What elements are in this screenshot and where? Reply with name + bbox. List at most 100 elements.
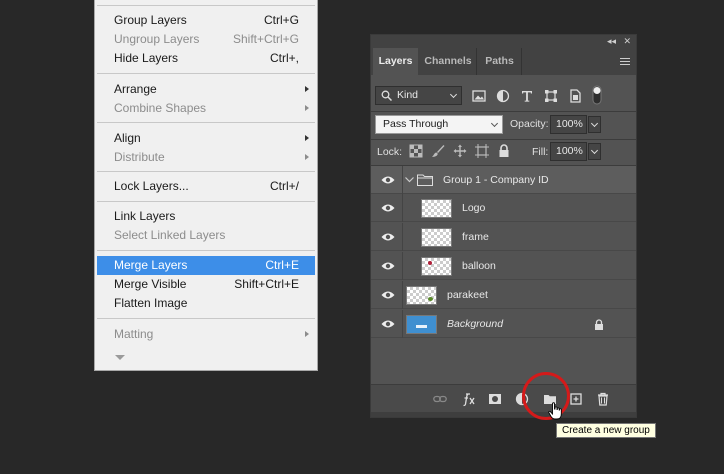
smart-object-filter-icon[interactable] [568, 89, 582, 103]
lock-position-move-icon[interactable] [453, 144, 467, 158]
background-thumbnail-mark [416, 325, 427, 328]
menu-item-label: Group Layers [114, 13, 187, 27]
filter-toggle-switch[interactable] [592, 85, 602, 105]
search-icon [381, 90, 392, 101]
fill-label: Fill: [532, 146, 549, 158]
eye-visibility-icon[interactable] [381, 290, 395, 300]
submenu-arrow-icon [305, 86, 309, 92]
fill-slider-toggle[interactable] [588, 143, 601, 160]
layer-name: parakeet [447, 289, 488, 301]
layer-row-group-1[interactable]: Group 1 - Company ID [371, 166, 636, 194]
panel-tabs: Layers Channels Paths [371, 48, 636, 75]
layer-thumbnail [406, 315, 437, 334]
menu-item-label: Combine Shapes [114, 101, 207, 115]
layer-name: Group 1 - Company ID [443, 174, 549, 186]
eye-visibility-icon[interactable] [381, 175, 395, 185]
layer-row-balloon[interactable]: balloon [371, 252, 636, 280]
layer-row-parakeet[interactable]: parakeet [371, 281, 636, 309]
close-icon[interactable]: ✕ [623, 35, 631, 48]
filter-kind-select[interactable]: Kind [375, 86, 462, 105]
shape-filter-icon[interactable] [544, 89, 558, 103]
menu-separator [97, 5, 315, 6]
layer-thumbnail [421, 199, 452, 218]
divider [371, 111, 636, 112]
blend-mode-value: Pass Through [383, 118, 449, 130]
divider [402, 194, 403, 222]
layer-thumbnail [421, 257, 452, 276]
add-mask-icon[interactable] [488, 392, 502, 406]
highlight-circle [522, 372, 570, 420]
filter-kind-label: Kind [397, 89, 419, 101]
trash-icon[interactable] [596, 392, 610, 406]
tab-paths[interactable]: Paths [478, 48, 522, 75]
blend-mode-select[interactable]: Pass Through [375, 115, 503, 134]
menu-item-align[interactable]: Align [95, 129, 317, 148]
menu-item-label: Align [114, 131, 141, 145]
lock-transparent-pixels-icon[interactable] [409, 144, 423, 158]
menu-separator [97, 73, 315, 74]
layers-list: Group 1 - Company ID Logo frame balloon … [371, 166, 636, 386]
chevron-down-icon [490, 119, 499, 128]
fx-icon[interactable] [461, 391, 477, 407]
layer-row-frame[interactable]: frame [371, 223, 636, 251]
more-items-arrow-icon[interactable] [115, 355, 125, 360]
eye-visibility-icon[interactable] [381, 203, 395, 213]
panel-title-bar: ◂◂ ✕ [371, 35, 636, 48]
collapse-icon[interactable]: ◂◂ [607, 35, 616, 48]
tab-channels[interactable]: Channels [420, 48, 477, 75]
tab-layers[interactable]: Layers [373, 48, 418, 75]
submenu-arrow-icon [305, 154, 309, 160]
eye-visibility-icon[interactable] [381, 319, 395, 329]
menu-item-link-layers[interactable]: Link Layers [95, 207, 317, 226]
opacity-label: Opacity: [510, 118, 549, 130]
submenu-arrow-icon [305, 331, 309, 337]
eye-visibility-icon[interactable] [381, 232, 395, 242]
layer-thumbnail [421, 228, 452, 247]
opacity-input[interactable]: 100% [550, 115, 587, 134]
menu-item-ungroup-layers: Ungroup Layers Shift+Ctrl+G [95, 30, 317, 49]
divider [402, 310, 403, 338]
fill-input[interactable]: 100% [550, 142, 587, 161]
type-filter-icon[interactable] [520, 89, 534, 103]
eye-visibility-icon[interactable] [381, 261, 395, 271]
layer-thumbnail [406, 286, 437, 305]
lock-icon [595, 319, 603, 330]
link-icon[interactable] [433, 392, 447, 406]
menu-separator [97, 318, 315, 319]
menu-item-group-layers[interactable]: Group Layers Ctrl+G [95, 11, 317, 30]
panel-menu-icon[interactable] [620, 58, 630, 65]
pixel-layer-filter-icon[interactable] [472, 89, 486, 103]
menu-item-label: Matting [114, 327, 154, 341]
opacity-slider-toggle[interactable] [588, 116, 601, 133]
fill-value: 100% [556, 145, 583, 157]
opacity-value: 100% [556, 118, 583, 130]
menu-item-flatten-image[interactable]: Flatten Image [95, 294, 317, 313]
layer-name: Background [447, 318, 504, 330]
menu-item-distribute: Distribute [95, 148, 317, 167]
balloon-thumbnail-mark [428, 261, 432, 265]
adjustment-filter-icon[interactable] [496, 89, 510, 103]
menu-item-lock-layers[interactable]: Lock Layers... Ctrl+/ [95, 177, 317, 196]
menu-item-merge-visible[interactable]: Merge Visible Shift+Ctrl+E [95, 275, 317, 294]
menu-item-arrange[interactable]: Arrange [95, 80, 317, 99]
lock-all-icon[interactable] [497, 144, 511, 158]
layer-row-logo[interactable]: Logo [371, 194, 636, 222]
lock-image-pixels-brush-icon[interactable] [431, 144, 445, 158]
menu-item-label: Flatten Image [114, 296, 188, 310]
new-layer-icon[interactable] [569, 392, 583, 406]
menu-item-shortcut: Shift+Ctrl+E [234, 277, 299, 291]
panel-footer [371, 384, 636, 412]
menu-item-label: Hide Layers [114, 51, 179, 65]
menu-item-hide-layers[interactable]: Hide Layers Ctrl+, [95, 49, 317, 68]
artboard-nesting-icon[interactable] [475, 144, 489, 158]
submenu-arrow-icon [305, 105, 309, 111]
chevron-down-icon [449, 90, 458, 99]
menu-item-merge-layers[interactable]: Merge Layers Ctrl+E [97, 256, 315, 275]
menu-item-shortcut: Shift+Ctrl+G [232, 32, 299, 46]
layer-context-menu: Group Layers Ctrl+G Ungroup Layers Shift… [94, 0, 318, 371]
parakeet-thumbnail-mark [428, 297, 433, 301]
layer-row-background[interactable]: Background [371, 310, 636, 338]
layer-name: frame [462, 231, 489, 243]
panel-resize-strip[interactable] [371, 412, 636, 417]
chevron-down-icon[interactable] [405, 177, 414, 183]
